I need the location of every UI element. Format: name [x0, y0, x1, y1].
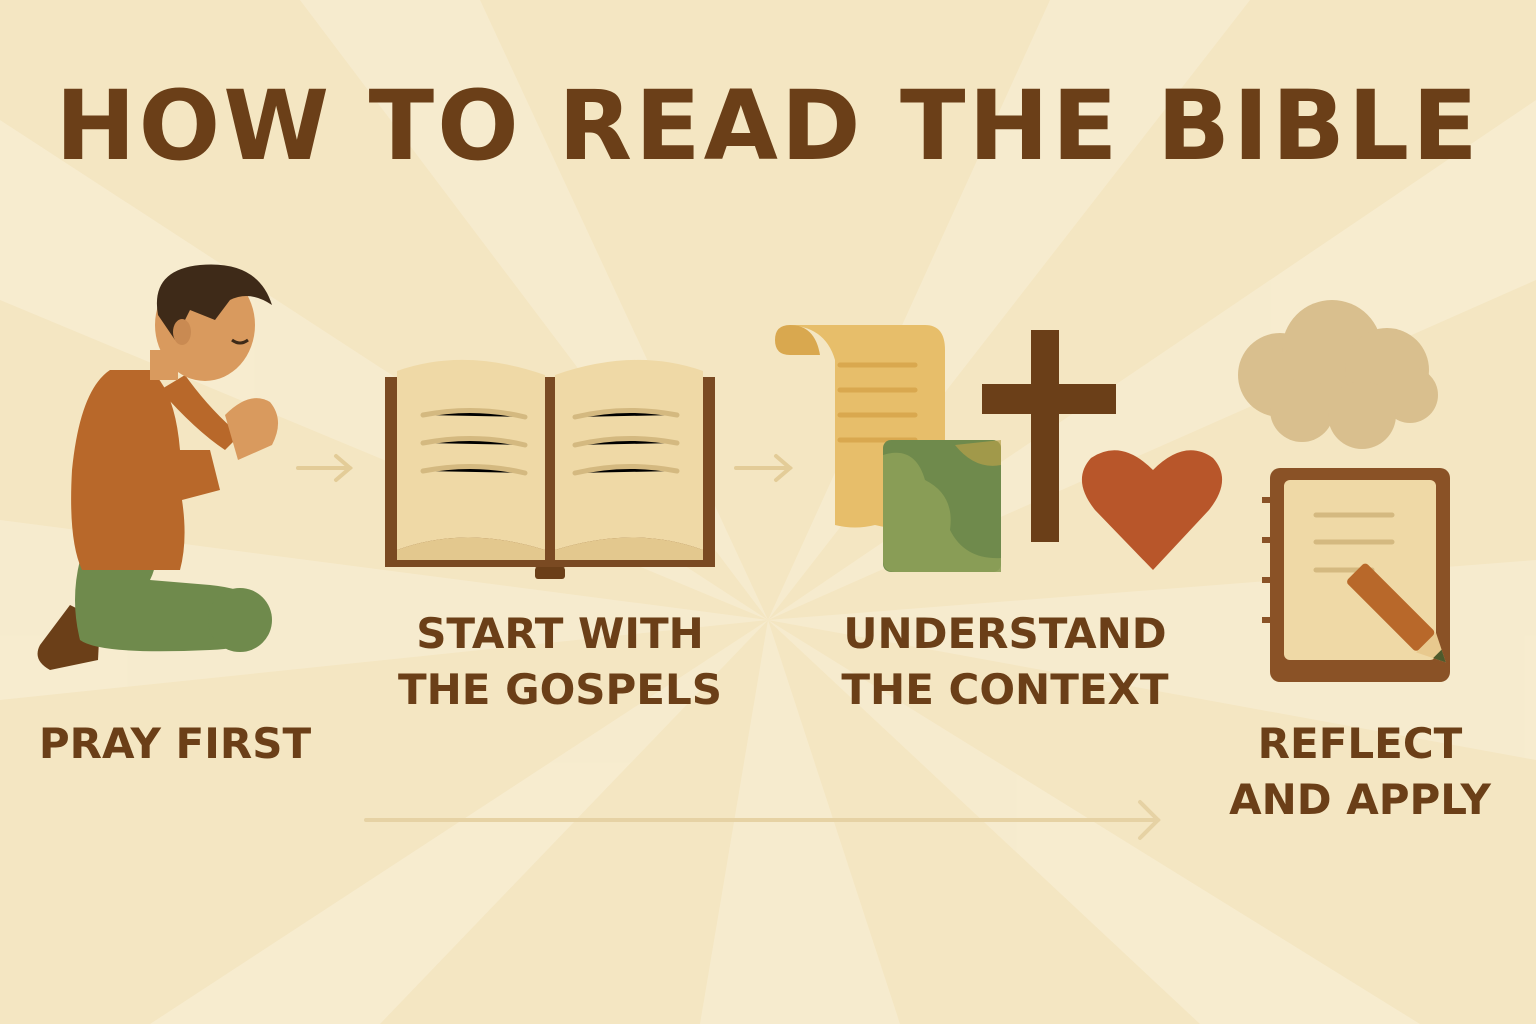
step-label-line: THE GOSPELS — [397, 665, 723, 714]
open-book-icon — [385, 359, 715, 579]
step-label-line: START WITH — [416, 609, 704, 658]
praying-person-icon — [37, 264, 279, 670]
step-label-line: PRAY FIRST — [38, 719, 312, 768]
scroll-map-cross-heart-icon — [775, 325, 1223, 572]
step-label-reflect: REFLECT AND APPLY — [1210, 716, 1510, 828]
step-label-line: REFLECT — [1257, 719, 1463, 768]
thought-cloud-notebook-icon — [1238, 300, 1450, 682]
step-label-context: UNDERSTAND THE CONTEXT — [830, 606, 1180, 718]
step-label-line: UNDERSTAND — [843, 609, 1167, 658]
step-label-gospels: START WITH THE GOSPELS — [390, 606, 730, 718]
step-label-pray: PRAY FIRST — [20, 716, 330, 772]
step-label-line: THE CONTEXT — [841, 665, 1169, 714]
page-title: HOW TO READ THE BIBLE — [55, 70, 1481, 182]
step-label-line: AND APPLY — [1229, 775, 1491, 824]
